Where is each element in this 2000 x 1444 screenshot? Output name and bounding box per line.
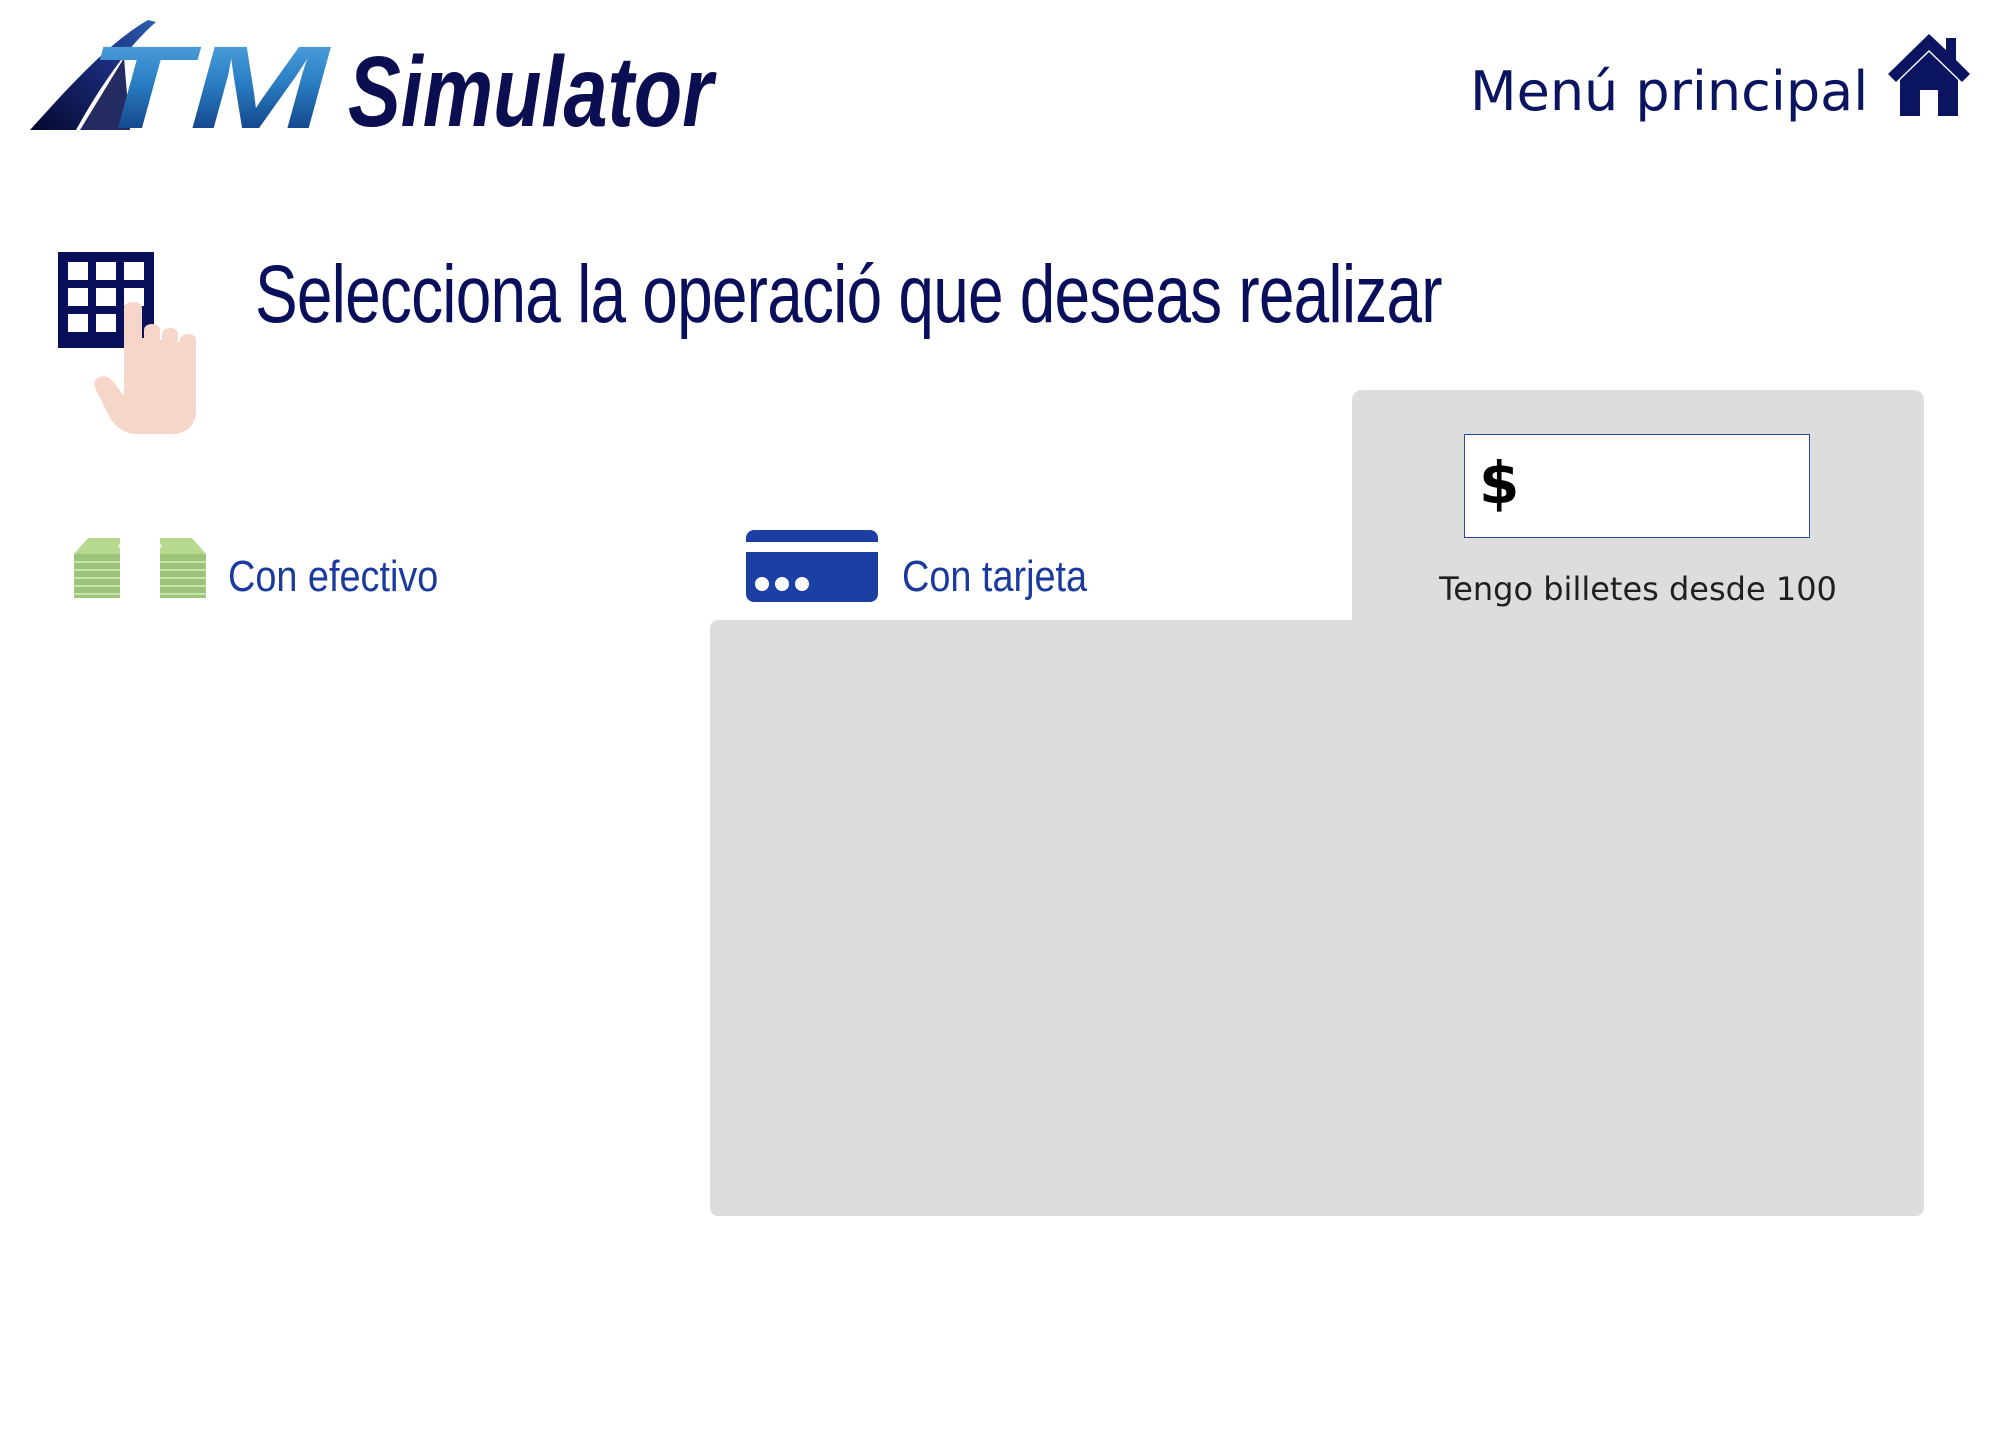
credit-card-icon[interactable]: [746, 530, 878, 602]
home-icon[interactable]: [1886, 30, 1972, 120]
main-menu-link[interactable]: Menú principal: [1470, 60, 1868, 123]
svg-text:Simulator: Simulator: [348, 36, 717, 138]
svg-text:TM: TM: [88, 22, 332, 138]
operation-panel: [710, 620, 1924, 1216]
keypad-hand-icon: [58, 252, 196, 434]
option-card-label[interactable]: Con tarjeta: [902, 552, 1087, 602]
atm-simulator-logo: TM Simulator: [30, 20, 717, 138]
page-title: Selecciona la operació que deseas realiz…: [255, 249, 1443, 340]
amount-input[interactable]: [1529, 455, 1803, 521]
amount-field[interactable]: $: [1464, 434, 1810, 538]
cash-stack-icon[interactable]: [74, 536, 206, 598]
option-cash-label[interactable]: Con efectivo: [228, 552, 438, 602]
denomination-hint: Tengo billetes desde 100: [1439, 570, 1837, 608]
currency-symbol: $: [1479, 449, 1520, 517]
